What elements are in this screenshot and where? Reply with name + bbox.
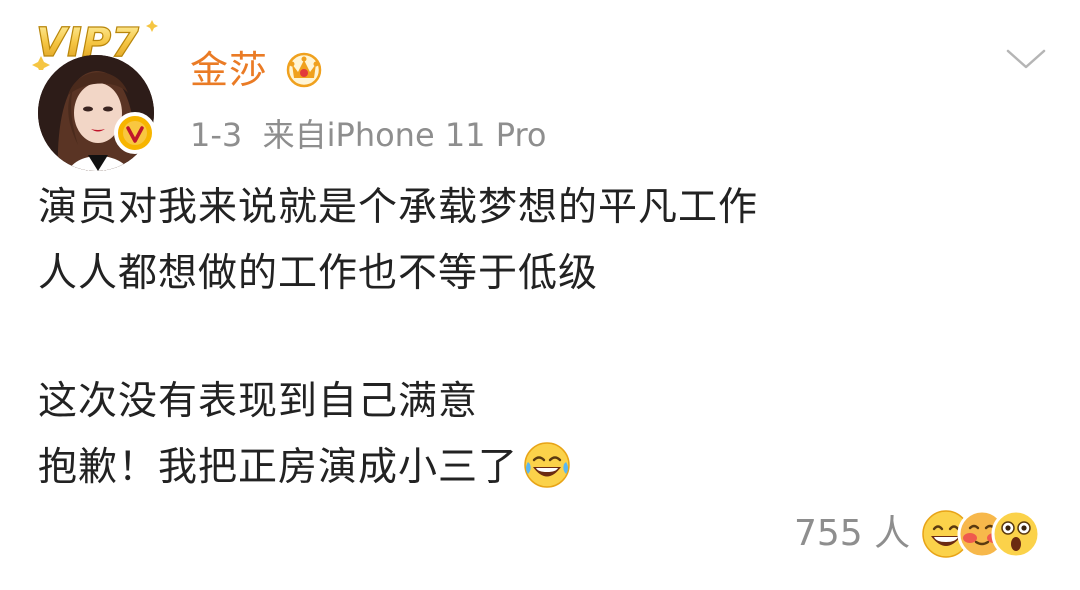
post-date: 1-3 <box>190 116 243 154</box>
post-line: 这次没有表现到自己满意 <box>38 379 479 424</box>
chevron-down-icon[interactable] <box>1006 48 1046 70</box>
post-line-with-emoji: 抱歉！我把正房演成小三了 <box>38 435 758 501</box>
post-device[interactable]: iPhone 11 Pro <box>327 116 547 154</box>
post-line: 人人都想做的工作也不等于低级 <box>38 251 599 296</box>
author-name[interactable]: 金莎 <box>190 42 268 98</box>
post-body: 演员对我来说就是个承载梦想的平凡工作 人人都想做的工作也不等于低级 这次没有表现… <box>38 175 758 501</box>
post-line: 演员对我来说就是个承载梦想的平凡工作 <box>38 185 759 230</box>
laughing-tears-emoji <box>522 440 572 490</box>
post-line-blank <box>38 307 758 369</box>
post-meta: 1-3 来自iPhone 11 Pro <box>190 112 546 158</box>
reactions-count[interactable]: 755 人 <box>794 510 910 558</box>
reactions-number: 755 <box>794 513 863 554</box>
crown-icon[interactable] <box>282 48 326 88</box>
post-source-prefix: 来自 <box>262 116 327 154</box>
verified-v-icon <box>114 112 156 154</box>
reactions-unit: 人 <box>874 513 911 554</box>
post-line: 抱歉！我把正房演成小三了 <box>38 445 519 490</box>
surprised-emoji[interactable] <box>990 508 1042 560</box>
